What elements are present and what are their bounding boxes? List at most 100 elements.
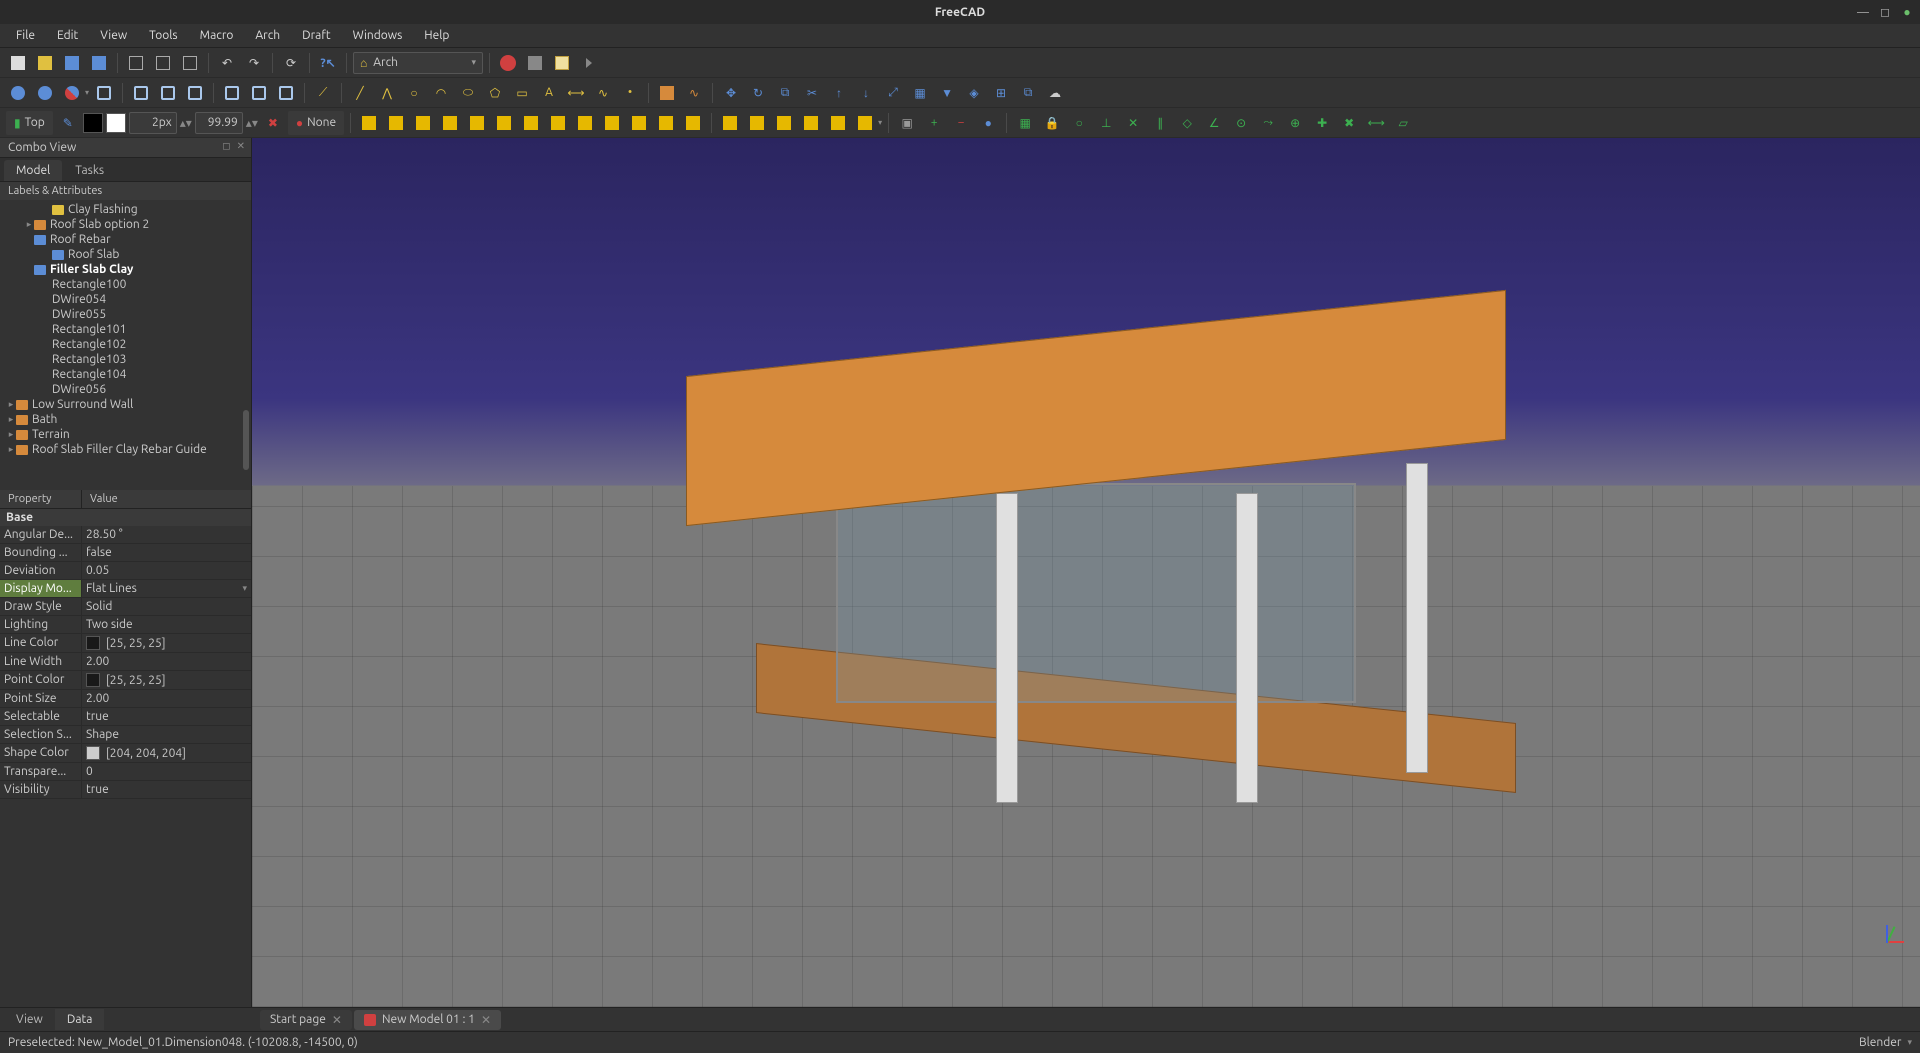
macro-record-button[interactable] [496,51,520,75]
property-value[interactable]: 28.50 ° [82,526,251,543]
draft-ellipse-button[interactable]: ⬭ [456,81,480,105]
scale-button[interactable]: ⤢ [881,81,905,105]
property-row[interactable]: LightingTwo side [0,616,251,634]
snap-parallel-button[interactable]: ∥ [1148,111,1172,135]
tree-item[interactable]: ▸Low Surround Wall [0,397,251,412]
property-value[interactable]: 0.05 [82,562,251,579]
tree-item[interactable]: DWire054 [0,292,251,307]
bottom-view-button[interactable] [247,81,271,105]
tab-tasks[interactable]: Tasks [63,160,116,181]
tab-view[interactable]: View [4,1009,55,1030]
redo-button[interactable]: ↷ [242,51,266,75]
document-tab[interactable]: New Model 01 : 1✕ [354,1010,501,1030]
spinbox-stepper[interactable]: ▴▾ [180,116,192,130]
fit-sel-button[interactable] [33,81,57,105]
draw-style-button[interactable] [60,81,84,105]
arch-remove-button[interactable]: − [949,111,973,135]
tree-item[interactable]: Rectangle100 [0,277,251,292]
draw-style-dropdown[interactable]: ▾ [85,88,89,97]
style-color-button[interactable]: ✎ [56,111,80,135]
tree-item[interactable]: Rectangle102 [0,337,251,352]
arch-space-button[interactable] [627,111,651,135]
menu-help[interactable]: Help [414,26,459,45]
tree-item[interactable]: Filler Slab Clay [0,262,251,277]
front-view-button[interactable] [129,81,153,105]
property-row[interactable]: Visibilitytrue [0,781,251,799]
arch-panel-button[interactable] [681,111,705,135]
arch-schedule-button[interactable] [799,111,823,135]
chevron-down-icon[interactable]: ▾ [242,583,247,594]
property-row[interactable]: Selection S...Shape [0,726,251,744]
new-doc-button[interactable] [6,51,30,75]
property-row[interactable]: Transpare...0 [0,763,251,781]
save-doc-button[interactable] [60,51,84,75]
draft-text-button[interactable]: A [537,81,561,105]
tree-view[interactable]: Clay Flashing▸Roof Slab option 2Roof Reb… [0,200,251,490]
paste-button[interactable] [178,51,202,75]
working-plane-button[interactable]: ▮Top [6,111,53,135]
arch-stairs-button[interactable] [654,111,678,135]
arch-add-button[interactable]: + [922,111,946,135]
draft-circle-button[interactable]: ○ [402,81,426,105]
move-button[interactable]: ✥ [719,81,743,105]
arch-axis-button[interactable] [573,111,597,135]
snap-wp-button[interactable]: ▱ [1391,111,1415,135]
arch-site-button[interactable] [492,111,516,135]
arch-cut-button[interactable]: ▣ [895,111,919,135]
refresh-button[interactable]: ⟳ [279,51,303,75]
draft-point-button[interactable]: • [618,81,642,105]
property-row[interactable]: Selectabletrue [0,708,251,726]
arch-pipe2-button[interactable] [853,111,877,135]
tree-scrollbar[interactable] [243,410,249,470]
arch-frame-button[interactable] [718,111,742,135]
maximize-button[interactable]: ◻ [1878,5,1892,19]
property-row[interactable]: Shape Color[204, 204, 204] [0,744,251,763]
property-value[interactable]: Two side [82,616,251,633]
snap-center-button[interactable]: ⊙ [1229,111,1253,135]
menu-arch[interactable]: Arch [245,26,290,45]
menu-view[interactable]: View [90,26,137,45]
tree-item[interactable]: Clay Flashing [0,202,251,217]
snap-endpoint-button[interactable]: ◇ [1175,111,1199,135]
property-row[interactable]: Point Size2.00 [0,690,251,708]
clone-button[interactable]: ⧉ [1016,81,1040,105]
tree-item[interactable]: ▸Roof Slab option 2 [0,217,251,232]
tab-model[interactable]: Model [4,160,62,181]
3d-viewport[interactable] [252,138,1920,1007]
property-value[interactable]: 2.00 [82,653,251,670]
snap-midpoint-button[interactable]: ○ [1067,111,1091,135]
save-as-button[interactable] [87,51,111,75]
draft2sketch-button[interactable]: ◈ [962,81,986,105]
property-value[interactable]: 0 [82,763,251,780]
property-row[interactable]: Line Width2.00 [0,653,251,671]
copy-button[interactable] [151,51,175,75]
panel-close-button[interactable]: ✕ [235,140,247,152]
scale-spinbox[interactable] [195,112,243,134]
auto-group-button[interactable]: ●None [288,111,344,135]
property-row[interactable]: Deviation0.05 [0,562,251,580]
tree-item[interactable]: Rectangle101 [0,322,251,337]
trimex-button[interactable]: ✂ [800,81,824,105]
property-value[interactable]: false [82,544,251,561]
workbench-selector[interactable]: ⌂Arch [353,52,483,74]
snap-special-button[interactable]: ✖ [1337,111,1361,135]
nav-style-selector[interactable]: Blender▾ [1859,1036,1912,1049]
arch-survey-button[interactable]: ● [976,111,1000,135]
property-row[interactable]: Display Mo...Flat Lines▾ [0,580,251,598]
open-doc-button[interactable] [33,51,57,75]
measure-button[interactable]: ⟋ [311,81,335,105]
arch-rebar2-button[interactable] [411,111,435,135]
property-row[interactable]: Angular De...28.50 ° [0,526,251,544]
tree-item[interactable]: DWire055 [0,307,251,322]
color-swatch[interactable] [86,636,100,650]
property-value[interactable]: [204, 204, 204] [82,744,251,762]
tree-item[interactable]: DWire056 [0,382,251,397]
property-value[interactable]: Shape [82,726,251,743]
property-value[interactable]: 2.00 [82,690,251,707]
arch-material-button[interactable] [772,111,796,135]
expand-icon[interactable]: ▸ [6,444,16,455]
pipe-dropdown[interactable]: ▾ [878,118,882,127]
line-width-spinbox[interactable] [129,112,177,134]
property-value[interactable]: true [82,708,251,725]
property-value[interactable]: [25, 25, 25] [82,671,251,689]
